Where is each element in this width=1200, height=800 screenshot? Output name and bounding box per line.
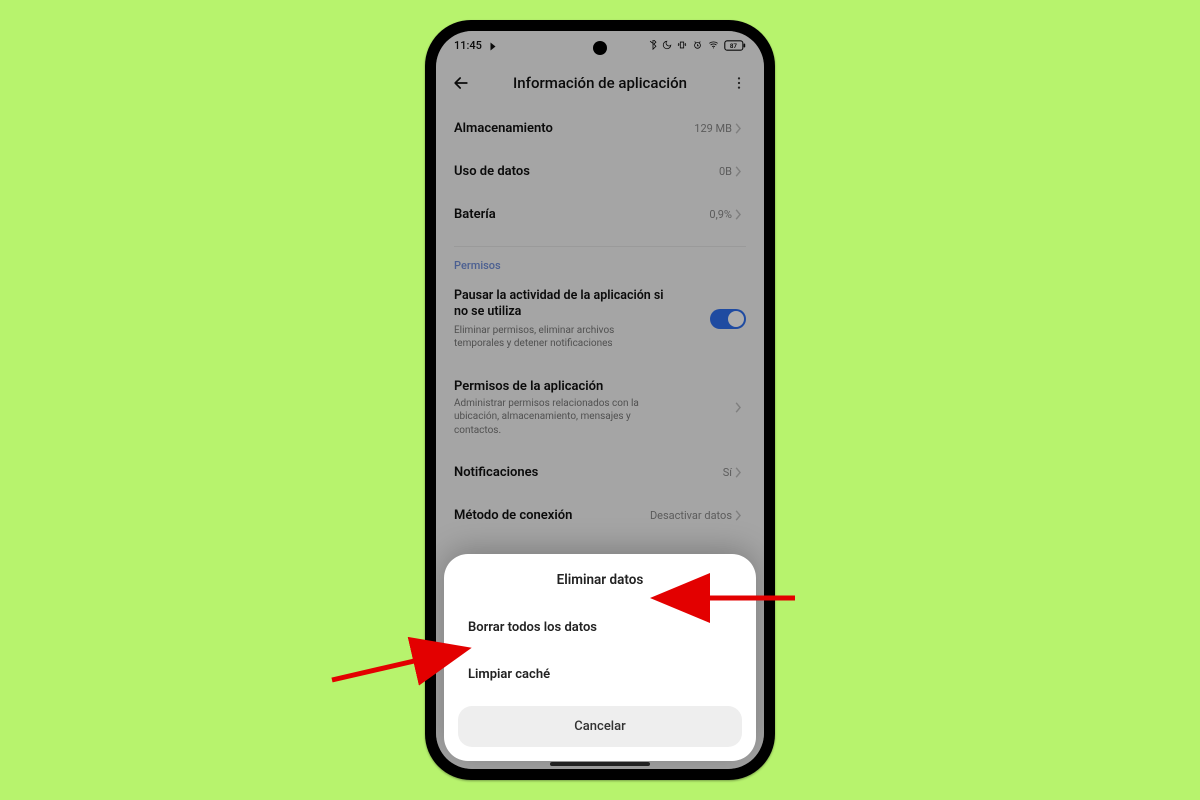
- sheet-title: Eliminar datos: [458, 572, 742, 588]
- option-clear-all-data[interactable]: Borrar todos los datos: [458, 604, 742, 651]
- cancel-button[interactable]: Cancelar: [458, 706, 742, 747]
- phone-frame: 11:45 87 Información de aplicación: [425, 20, 775, 780]
- option-clear-cache[interactable]: Limpiar caché: [458, 651, 742, 698]
- camera-punch-hole: [593, 41, 607, 55]
- screen: 11:45 87 Información de aplicación: [436, 31, 764, 769]
- gesture-bar[interactable]: [550, 762, 650, 766]
- bottom-sheet-clear-data: Eliminar datos Borrar todos los datos Li…: [444, 554, 756, 761]
